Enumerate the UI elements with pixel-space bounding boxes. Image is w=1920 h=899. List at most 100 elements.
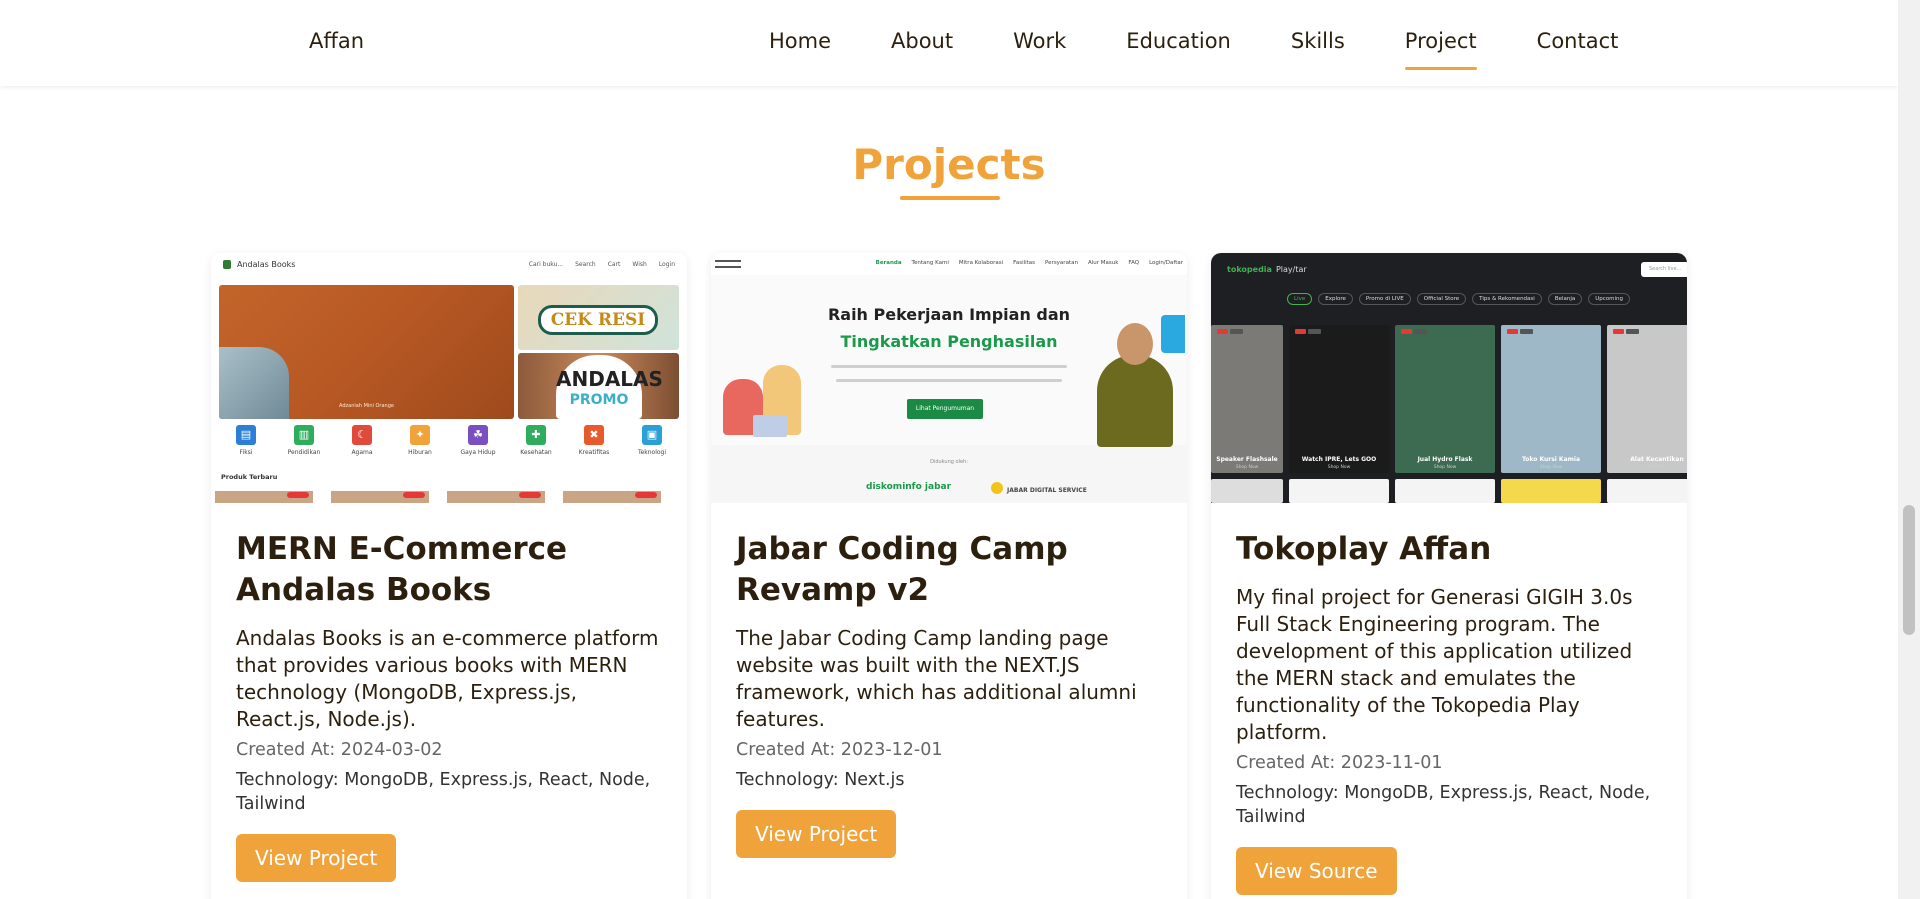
nav-link-home[interactable]: Home	[769, 29, 831, 53]
title-underline	[900, 196, 1000, 200]
scrollbar-thumb[interactable]	[1903, 505, 1915, 635]
project-card-tokoplay: tokopedia Play/tar Search live... Live Exp…	[1211, 253, 1687, 899]
thumb-video-tile: Alat Kecantikan Shop Now	[1607, 325, 1687, 473]
thumb-filter-pill: Explore	[1318, 293, 1353, 305]
thumb-promo-badge: ANDALAS PROMO	[556, 355, 663, 419]
category-icon: ☘	[468, 425, 488, 445]
category-icon: ☾	[352, 425, 372, 445]
thumb-category: ▤ Fiksi	[219, 425, 273, 456]
thumb-categories: ▤ Fiksi ▥ Pendidikan ☾ Agama ✦ Hiburan ☘ Gaya Hid…	[219, 425, 679, 456]
thumb-tile-placeholder	[1607, 479, 1687, 503]
thumb-menu-item: Login/Daftar	[1149, 260, 1183, 266]
category-icon: ✖	[584, 425, 604, 445]
category-icon: ✚	[526, 425, 546, 445]
thumb-cart-link: Cart	[607, 260, 621, 268]
project-technology: Technology: MongoDB, Express.js, React, …	[236, 770, 651, 814]
view-project-button[interactable]: View Project	[236, 834, 397, 882]
tile-subcaption: Shop Now	[1645, 465, 1669, 470]
nav-link-skills[interactable]: Skills	[1291, 29, 1345, 53]
tile-caption: Jual Hydro Flask	[1417, 456, 1473, 463]
card-body: Tokoplay Affan My final project for Gene…	[1211, 529, 1687, 895]
category-label: Gaya Hidup	[460, 449, 496, 456]
thumb-product	[215, 491, 313, 503]
thumb-menu: Beranda Tentang Kami Mitra Kolaborasi Fasil…	[876, 260, 1183, 266]
thumb-paragraph-line	[831, 365, 1067, 368]
tokopedia-logo: tokopedia Play/tar	[1227, 265, 1307, 274]
thumb-tile-placeholder	[1395, 479, 1495, 503]
project-technology: Technology: Next.js	[736, 770, 905, 790]
thumb-menu-item: Tentang Kami	[911, 260, 949, 266]
thumb-promo-top: ANDALAS	[556, 367, 663, 391]
thumb-cta-button: Lihat Pengumuman	[907, 399, 983, 419]
live-badge-icon	[1295, 329, 1306, 334]
thumb-category: ▥ Pendidikan	[277, 425, 331, 456]
live-badge-icon	[1401, 329, 1412, 334]
category-label: Hiburan	[408, 449, 432, 456]
thumb-paragraph-line	[836, 379, 1062, 382]
nav-link-project[interactable]: Project	[1404, 29, 1477, 70]
thumb-filter-pill: Upcoming	[1588, 293, 1631, 305]
page-scrollbar[interactable]	[1898, 0, 1920, 899]
project-card-andalas-books: Andalas Books Cari buku... Search Cart W…	[211, 253, 687, 899]
thumb-login-link: Login	[658, 260, 675, 268]
viewers-badge-icon	[1414, 329, 1427, 334]
viewers-badge-icon	[1230, 329, 1243, 334]
thumb-video-tile: Watch IPRE, Lets GOO Shop Now	[1289, 325, 1389, 473]
governor-photo-icon	[1087, 315, 1185, 447]
nav-link-work[interactable]: Work	[1013, 29, 1066, 53]
thumb-video-tile: Jual Hydro Flask Shop Now	[1395, 325, 1495, 473]
project-created-date: Created At: 2023-11-01	[1236, 753, 1443, 773]
thumb-filter-pill: Promo di LIVE	[1358, 293, 1411, 305]
view-project-button[interactable]: View Project	[736, 810, 897, 858]
category-label: Kesehatan	[520, 449, 552, 456]
category-label: Kreatifitas	[578, 449, 610, 456]
thumb-hero: Raih Pekerjaan Impian dan Tingkatkan Pen…	[711, 275, 1187, 447]
project-card-jabar-coding-camp: Beranda Tentang Kami Mitra Kolaborasi Fasil…	[711, 253, 1187, 899]
viewers-badge-icon	[1308, 329, 1321, 334]
project-thumbnail-andalas-books: Andalas Books Cari buku... Search Cart W…	[211, 253, 687, 503]
tile-subcaption: Shop Now	[1539, 465, 1563, 470]
thumb-product	[563, 491, 661, 503]
tile-subcaption: Shop Now	[1235, 465, 1259, 470]
thumb-product	[447, 491, 545, 503]
nav-links: Home About Work Education Skills Project…	[769, 29, 1678, 70]
section-title: Projects	[852, 140, 1046, 189]
project-description: The Jabar Coding Camp landing page websi…	[736, 626, 1137, 731]
thumb-hero-caption: Adzaniah Mini Orange	[339, 403, 394, 409]
viewers-badge-icon	[1520, 329, 1533, 334]
brand-logo[interactable]: Affan	[309, 29, 364, 53]
project-title: MERN E-Commerce Andalas Books	[236, 531, 568, 608]
thumb-product	[331, 491, 429, 503]
category-icon: ▣	[642, 425, 662, 445]
category-label: Agama	[351, 449, 373, 456]
project-title: Tokoplay Affan	[1236, 531, 1492, 567]
view-source-button[interactable]: View Source	[1236, 847, 1397, 895]
category-label: Fiksi	[239, 449, 253, 456]
thumb-category: ✚ Kesehatan	[509, 425, 563, 456]
thumb-cek-resi-banner: CEK RESI	[518, 285, 679, 350]
thumb-hero-banner: Adzaniah Mini Orange	[219, 285, 514, 419]
project-title: Jabar Coding Camp Revamp v2	[736, 531, 1068, 608]
live-badge-icon	[1217, 329, 1228, 334]
project-thumbnail-jabar-coding-camp: Beranda Tentang Kami Mitra Kolaborasi Fasil…	[711, 253, 1187, 503]
thumb-category: ☘ Gaya Hidup	[451, 425, 505, 456]
thumb-tile-placeholder	[1501, 479, 1601, 503]
viewers-badge-icon	[1626, 329, 1639, 334]
thumb-menu-item: Fasilitas	[1013, 260, 1036, 266]
blue-badge-icon	[1161, 315, 1185, 353]
jds-logo: JABAR DIGITAL SERVICE	[991, 477, 1087, 496]
thumb-brand: Andalas Books	[237, 259, 296, 269]
nav-link-education[interactable]: Education	[1126, 29, 1231, 53]
tile-caption: Watch IPRE, Lets GOO	[1301, 456, 1377, 463]
thumb-tile-placeholder	[1289, 479, 1389, 503]
project-created-date: Created At: 2023-12-01	[736, 740, 943, 760]
nav-link-about[interactable]: About	[891, 29, 953, 53]
category-icon: ▥	[294, 425, 314, 445]
thumb-category: ☾ Agama	[335, 425, 389, 456]
thumb-video-tiles: Speaker Flashsale Shop Now Watch IPRE, Let…	[1211, 325, 1687, 473]
governor-head-icon	[1117, 323, 1153, 365]
nav-link-contact[interactable]: Contact	[1537, 29, 1619, 53]
thumb-promo-bottom: PROMO	[569, 392, 629, 408]
thumb-produk-heading: Produk Terbaru	[221, 473, 278, 481]
thumb-menu-item: FAQ	[1128, 260, 1140, 266]
